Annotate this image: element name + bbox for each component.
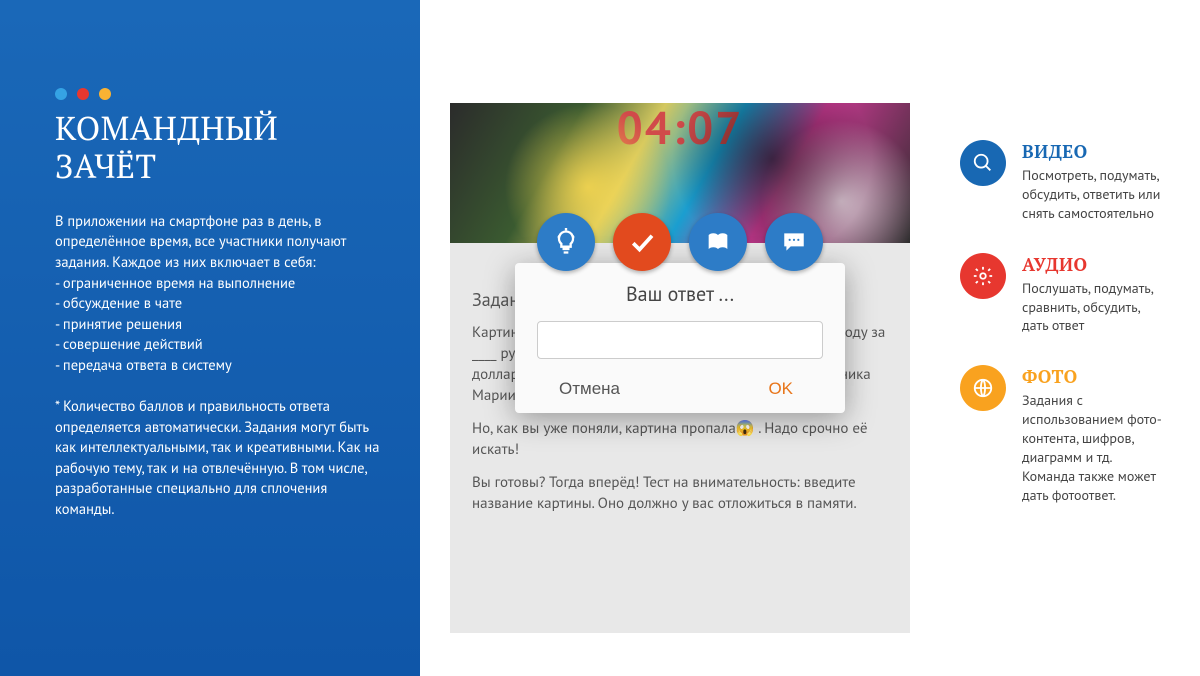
dot-blue [55,88,67,100]
left-body-text: В приложении на смартфоне раз в день, в … [55,212,380,521]
gear-icon [960,253,1006,299]
bullet-0: - ограниченное время на выполнение [55,274,380,295]
book-icon [704,228,732,256]
ok-button[interactable]: OK [676,365,823,413]
page-title: КОМАНДНЫЙ ЗАЧЁТ [55,110,380,186]
dot-red [77,88,89,100]
title-line-1: КОМАНДНЫЙ [55,107,278,150]
answer-modal: Ваш ответ ... Отмена OK [515,263,845,413]
phone-mockup: 04:07 Задание 3 / 23 [450,103,910,633]
footnote-text: * Количество баллов и правильность ответ… [55,397,380,520]
feature-audio: АУДИО Послушать, подумать, сравнить, обс… [960,253,1166,336]
decorative-dots [55,88,380,100]
feature-title: ФОТО [1022,365,1166,389]
feature-title: АУДИО [1022,253,1166,277]
left-panel: КОМАНДНЫЙ ЗАЧЁТ В приложении на смартфон… [0,0,420,676]
bullet-3: - совершение действий [55,335,380,356]
center-column: 04:07 Задание 3 / 23 [420,0,940,676]
features-column: ВИДЕО Посмотреть, подумать, обсудить, от… [940,0,1200,676]
feature-title: ВИДЕО [1022,140,1166,164]
feature-desc: Послушать, подумать, сравнить, обсудить,… [1022,279,1166,336]
answer-input[interactable] [537,321,823,359]
feature-desc: Задания с использованием фото-контента, … [1022,391,1166,504]
modal-actions: Отмена OK [537,365,823,413]
submit-button[interactable] [613,213,671,271]
feature-video: ВИДЕО Посмотреть, подумать, обсудить, от… [960,140,1166,223]
intro-text: В приложении на смартфоне раз в день, в … [55,212,380,274]
feature-desc: Посмотреть, подумать, обсудить, ответить… [1022,166,1166,223]
bullet-1: - обсуждение в чате [55,294,380,315]
cancel-button[interactable]: Отмена [537,365,676,413]
bullet-2: - принятие решения [55,315,380,336]
magnifier-icon [960,140,1006,186]
lightbulb-icon [552,228,580,256]
hint-button[interactable] [537,213,595,271]
action-bar [450,213,910,271]
globe-icon [960,365,1006,411]
title-line-2: ЗАЧЁТ [55,145,156,188]
chat-icon [781,229,807,255]
bullet-4: - передача ответа в систему [55,356,380,377]
check-icon [627,227,657,257]
chat-button[interactable] [765,213,823,271]
modal-overlay: Ваш ответ ... Отмена OK [450,103,910,633]
dot-yellow [99,88,111,100]
modal-title: Ваш ответ ... [537,281,823,307]
feature-photo: ФОТО Задания с использованием фото-конте… [960,365,1166,504]
read-button[interactable] [689,213,747,271]
